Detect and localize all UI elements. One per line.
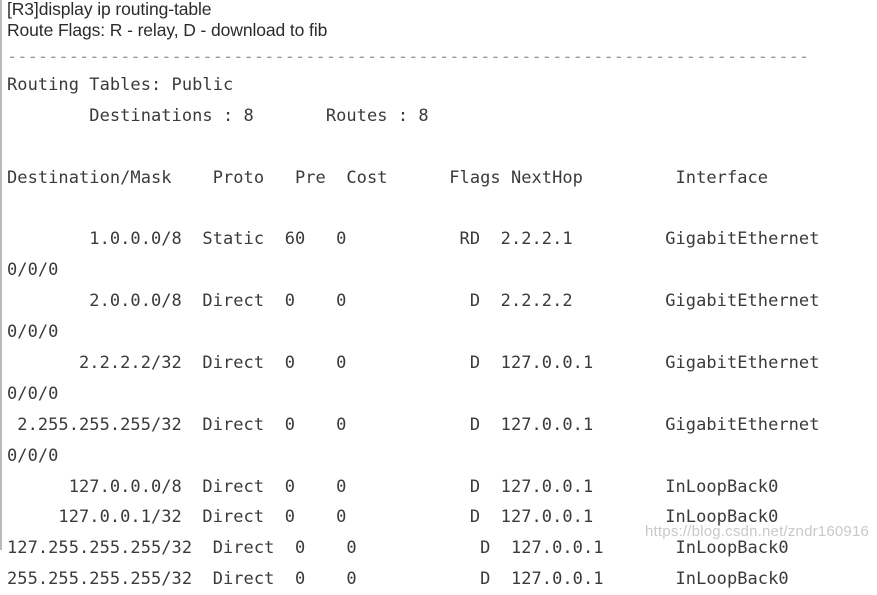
routing-table-body: ----------------------------------------…: [7, 44, 877, 595]
routing-tables-label: Routing Tables: Public: [7, 75, 234, 95]
column-header-row: Destination/Mask Proto Pre Cost Flags Ne…: [7, 167, 769, 188]
table-row: 2.255.255.255/32 Direct 0 0 D 127.0.0.1 …: [7, 414, 820, 435]
table-row: 127.0.0.1/32 Direct 0 0 D 127.0.0.1 InLo…: [7, 507, 779, 528]
table-row: 127.0.0.0/8 Direct 0 0 D 127.0.0.1 InLoo…: [7, 476, 779, 497]
summary-counts-line: Destinations : 8 Routes : 8: [7, 105, 429, 126]
table-row: 2.0.0.0/8 Direct 0 0 D 2.2.2.2 GigabitEt…: [7, 291, 820, 312]
terminal-output-pane[interactable]: [R3]display ip routing-table Route Flags…: [0, 0, 877, 589]
table-row-wrap: 0/0/0: [7, 445, 59, 466]
spacer-line-2: [7, 194, 877, 225]
table-row: 127.255.255.255/32 Direct 0 0 D 127.0.0.…: [7, 538, 789, 559]
command-echo-block: [R3]display ip routing-table Route Flags…: [7, 0, 873, 41]
table-row-wrap: 0/0/0: [7, 383, 59, 404]
separator-rule: ----------------------------------------…: [7, 47, 810, 67]
table-row-wrap: 0/0/0: [7, 322, 59, 343]
table-row: 255.255.255.255/32 Direct 0 0 D 127.0.0.…: [7, 569, 789, 590]
table-row: 2.2.2.2/32 Direct 0 0 D 127.0.0.1 Gigabi…: [7, 353, 820, 374]
table-row-wrap: 0/0/0: [7, 260, 59, 281]
route-flags-legend: Route Flags: R - relay, D - download to …: [7, 20, 328, 40]
table-row: 1.0.0.0/8 Static 60 0 RD 2.2.2.1 Gigabit…: [7, 229, 820, 250]
prompt-command-line: [R3]display ip routing-table: [7, 0, 212, 19]
spacer-line-1: [7, 132, 877, 163]
